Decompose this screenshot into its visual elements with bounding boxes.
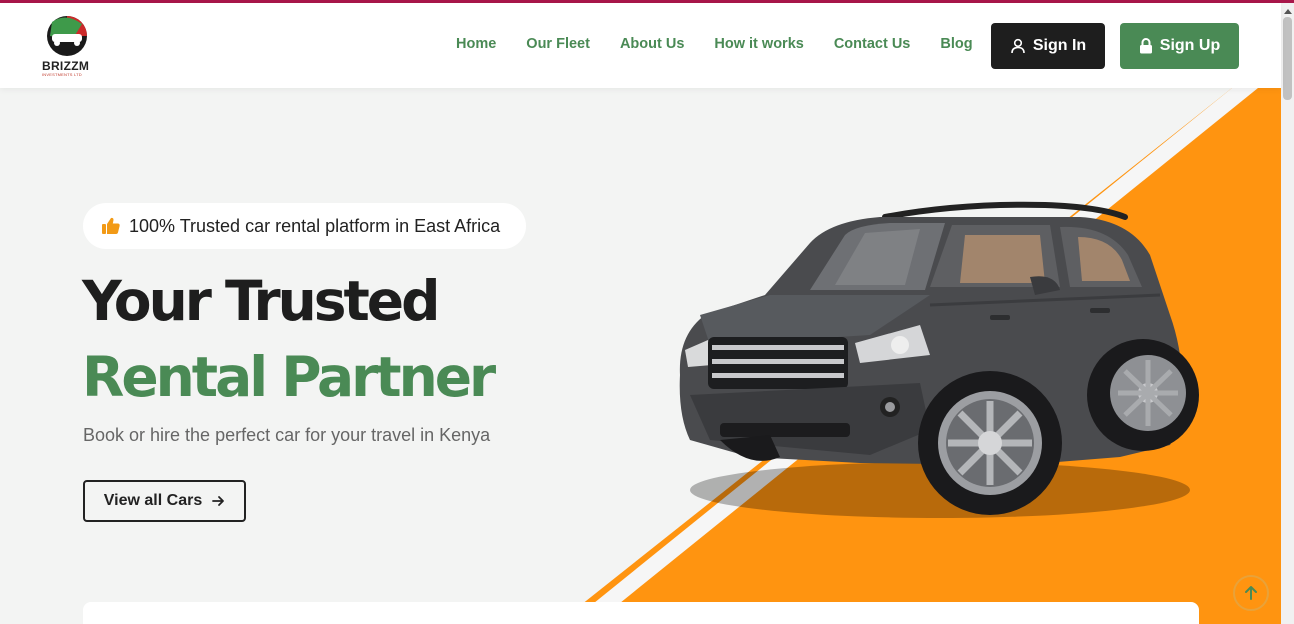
view-all-cars-label: View all Cars — [103, 492, 203, 509]
nav-item-blog[interactable]: Blog — [940, 36, 972, 56]
main-nav: Home Our Fleet About Us How it works Con… — [456, 36, 1003, 56]
hero-title: Your Trusted Rental Partner — [82, 268, 496, 410]
sign-in-label: Sign In — [1032, 37, 1087, 54]
back-to-top-button[interactable] — [1233, 575, 1269, 611]
user-icon — [1011, 38, 1025, 54]
brand-tagline: INVESTMENTS LTD — [42, 72, 82, 77]
lock-icon — [1139, 38, 1152, 54]
page-scrollbar[interactable] — [1281, 3, 1294, 624]
arrow-up-icon — [1245, 586, 1257, 600]
nav-item-home[interactable]: Home — [456, 36, 496, 56]
brand-name: BRIZZM — [42, 59, 90, 73]
brand-logo[interactable]: BRIZZM INVESTMENTS LTD — [40, 14, 96, 80]
sign-up-label: Sign Up — [1159, 37, 1221, 54]
search-card — [83, 602, 1199, 624]
brand-logo-mark — [47, 16, 87, 56]
hero-title-line2: Rental Partner — [82, 345, 496, 409]
suv-car-image — [679, 201, 1199, 518]
nav-item-our-fleet[interactable]: Our Fleet — [526, 36, 590, 56]
trust-badge-text: 100% Trusted car rental platform in East… — [129, 215, 501, 236]
scrollbar-thumb[interactable] — [1283, 17, 1292, 100]
sign-up-button[interactable]: Sign Up — [1120, 23, 1239, 69]
thumbs-up-icon — [102, 217, 120, 234]
hero-subtitle: Book or hire the perfect car for your tr… — [83, 425, 491, 445]
nav-item-about-us[interactable]: About Us — [620, 36, 684, 56]
view-all-cars-button[interactable]: View all Cars — [83, 480, 246, 522]
nav-item-how-it-works[interactable]: How it works — [714, 36, 803, 56]
arrow-right-icon — [212, 496, 225, 506]
hero-title-line1: Your Trusted — [82, 269, 440, 333]
site-header: BRIZZM INVESTMENTS LTD Home Our Fleet Ab… — [0, 3, 1281, 88]
sign-in-button[interactable]: Sign In — [991, 23, 1105, 69]
scroll-up-arrow-icon[interactable] — [1284, 9, 1292, 14]
trust-badge: 100% Trusted car rental platform in East… — [83, 203, 526, 249]
nav-item-contact-us[interactable]: Contact Us — [834, 36, 911, 56]
